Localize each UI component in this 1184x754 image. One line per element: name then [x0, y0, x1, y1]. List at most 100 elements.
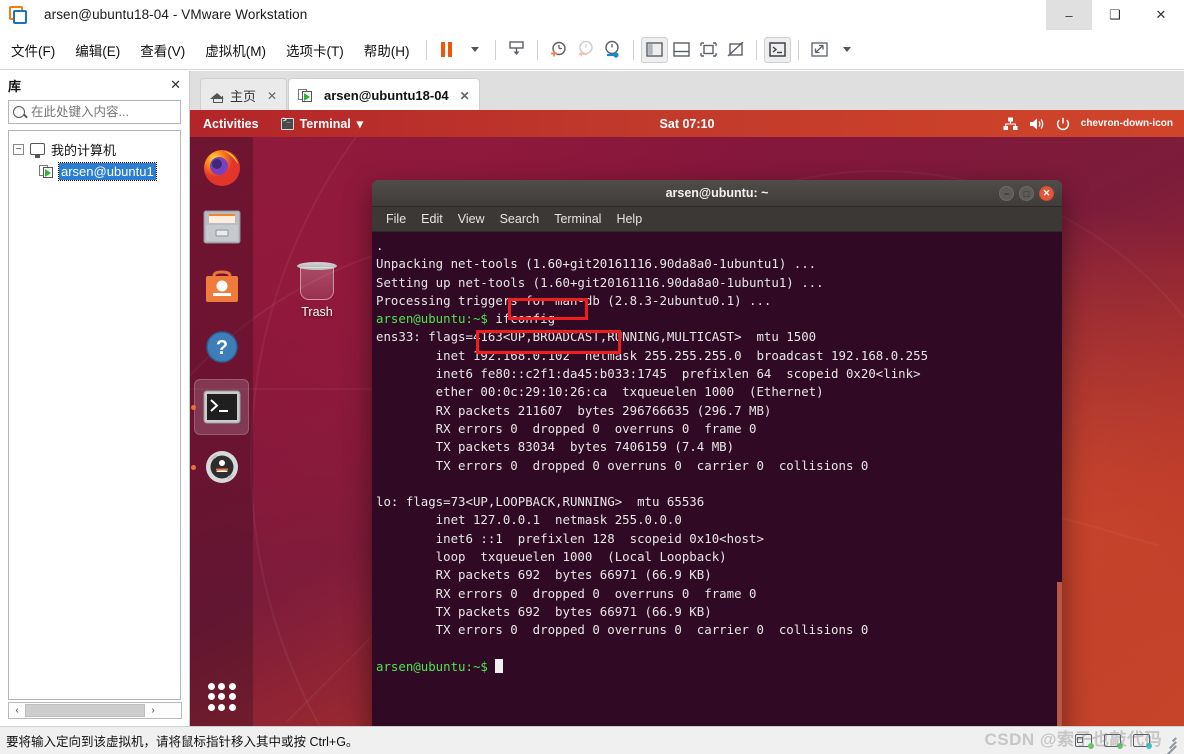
menu-vm[interactable]: 虚拟机(M) [196, 36, 275, 64]
status-network-icon[interactable] [1104, 734, 1123, 749]
revert-snapshot-button[interactable] [572, 37, 599, 63]
tab-label: 主页 [230, 89, 257, 104]
terminal-menu-search[interactable]: Search [500, 212, 540, 226]
library-search[interactable] [8, 100, 202, 124]
gnome-terminal-window[interactable]: arsen@ubuntu: ~ − □ ✕ File Edit View Sea… [372, 180, 1062, 726]
scroll-left-icon[interactable]: ‹ [9, 705, 25, 716]
snapshot-manager-button[interactable] [599, 37, 626, 63]
menu-edit[interactable]: 编辑(E) [66, 36, 129, 64]
library-header: 库 ✕ [0, 71, 189, 99]
menu-help[interactable]: 帮助(H) [355, 36, 419, 64]
terminal-menubar: File Edit View Search Terminal Help [372, 207, 1062, 232]
terminal-menu-terminal[interactable]: Terminal [554, 212, 601, 226]
snapshot-icon [508, 41, 524, 55]
vm-console[interactable]: Activities Terminal ▾ Sat 07:10 [190, 110, 1184, 726]
toolbar-separator [494, 39, 496, 60]
show-library-button[interactable] [640, 36, 668, 63]
terminal-titlebar: arsen@ubuntu: ~ − □ ✕ [372, 180, 1062, 207]
running-indicator [191, 465, 196, 470]
tab-close-icon[interactable]: ✕ [267, 89, 277, 103]
terminal-maximize-button[interactable]: □ [1019, 186, 1034, 201]
ubuntu-software-icon [205, 270, 238, 302]
terminal-command: ifconfig [495, 311, 556, 327]
terminal-menu-view[interactable]: View [458, 212, 485, 226]
unity-mode-button[interactable] [722, 37, 749, 63]
chevron-down-icon[interactable]: chevron-down-icon [1081, 118, 1173, 129]
tree-item-vm-arsen-ubuntu1[interactable]: arsen@ubuntu1 [13, 160, 176, 182]
menu-file[interactable]: 文件(F) [2, 36, 64, 64]
menu-view[interactable]: 查看(V) [131, 36, 194, 64]
close-button[interactable]: ✕ [1138, 0, 1184, 30]
console-icon [768, 42, 786, 57]
terminal-apt-output: . Unpacking net-tools (1.60+git20161116.… [376, 238, 824, 308]
dock-item-help[interactable]: ? [190, 317, 253, 377]
scroll-right-icon[interactable]: › [145, 705, 161, 716]
trash-icon [297, 262, 337, 302]
status-disk-icon[interactable] [1075, 734, 1094, 749]
volume-icon [1029, 118, 1043, 129]
show-applications-button[interactable] [208, 683, 236, 711]
terminal-menu-help[interactable]: Help [616, 212, 642, 226]
toolbar-separator [425, 39, 427, 60]
library-horizontal-scrollbar[interactable]: ‹ › [8, 702, 182, 719]
pause-vm-button[interactable] [434, 37, 461, 63]
chevron-down-icon [843, 47, 851, 52]
terminal-close-button[interactable]: ✕ [1039, 186, 1054, 201]
panel-bottom-icon [672, 42, 690, 57]
menu-tabs[interactable]: 选项卡(T) [277, 36, 353, 64]
dock-item-terminal[interactable] [190, 377, 253, 437]
panel-left-icon [645, 42, 663, 57]
system-status-area[interactable]: chevron-down-icon [1003, 117, 1173, 131]
toolbar-separator [797, 39, 799, 60]
tree-item-my-computer[interactable]: − 我的计算机 [13, 138, 176, 160]
window-titlebar: arsen@ubuntu18-04 - VMware Workstation –… [0, 0, 1184, 30]
home-icon [210, 89, 224, 103]
terminal-title: arsen@ubuntu: ~ [665, 186, 769, 200]
terminal-command-line: arsen@ubuntu:~$ ifconfig [376, 311, 556, 327]
terminal-final-prompt: arsen@ubuntu:~$ [374, 658, 1062, 676]
terminal-menu-file[interactable]: File [386, 212, 406, 226]
svg-text:?: ? [215, 337, 227, 359]
expander-icon[interactable]: − [13, 143, 24, 155]
expand-arrows-icon [810, 42, 828, 57]
maximize-button[interactable]: ❑ [1092, 0, 1138, 30]
library-close-icon[interactable]: ✕ [170, 77, 181, 93]
tab-vm-arsen-ubuntu18-04[interactable]: arsen@ubuntu18-04 ✕ [288, 78, 480, 112]
terminal-output-area[interactable]: . Unpacking net-tools (1.60+git20161116.… [372, 232, 1062, 726]
terminal-scrollbar[interactable] [1057, 232, 1062, 726]
window-controls: – ❑ ✕ [1046, 0, 1184, 30]
search-input[interactable] [31, 105, 192, 119]
minimize-button[interactable]: – [1046, 0, 1092, 30]
resize-grip[interactable] [1162, 734, 1177, 754]
tab-home[interactable]: 主页 ✕ [200, 78, 288, 112]
stretch-dropdown-button[interactable] [833, 37, 860, 63]
power-dropdown-button[interactable] [461, 37, 488, 63]
dock-item-firefox[interactable] [190, 137, 253, 197]
terminal-window-controls: − □ ✕ [999, 186, 1054, 201]
tab-close-icon[interactable]: ✕ [460, 89, 470, 103]
tree-item-label: arsen@ubuntu1 [58, 161, 157, 181]
terminal-menu-edit[interactable]: Edit [421, 212, 443, 226]
power-icon [1056, 117, 1069, 130]
toolbar-separator [536, 39, 538, 60]
full-screen-button[interactable] [695, 37, 722, 63]
dock-item-files[interactable] [190, 197, 253, 257]
manage-snapshot-button[interactable] [503, 37, 530, 63]
scrollbar-thumb[interactable] [25, 704, 145, 717]
terminal-ifconfig-output: ens33: flags=4163<UP,BROADCAST,RUNNING,M… [376, 329, 929, 638]
console-view-button[interactable] [763, 36, 791, 63]
status-message: 要将输入定向到该虚拟机，请将鼠标指针移入其中或按 Ctrl+G。 [6, 735, 359, 749]
status-usb-icon[interactable] [1133, 734, 1152, 749]
take-snapshot-button[interactable] [545, 37, 572, 63]
show-thumbnail-bar-button[interactable] [668, 37, 695, 63]
unity-icon [727, 42, 743, 57]
snapshot-manage-icon [604, 40, 619, 58]
library-title: 库 [8, 78, 22, 94]
dock-item-software[interactable] [190, 257, 253, 317]
desktop-icon-trash[interactable]: Trash [287, 262, 347, 319]
pause-icon [441, 42, 452, 57]
dock-item-software-updater[interactable] [190, 437, 253, 497]
library-panel: 库 ✕ − 我的计算机 arsen@ubuntu1 ‹ › [0, 71, 202, 726]
terminal-minimize-button[interactable]: − [999, 186, 1014, 201]
stretch-guest-button[interactable] [806, 37, 833, 63]
